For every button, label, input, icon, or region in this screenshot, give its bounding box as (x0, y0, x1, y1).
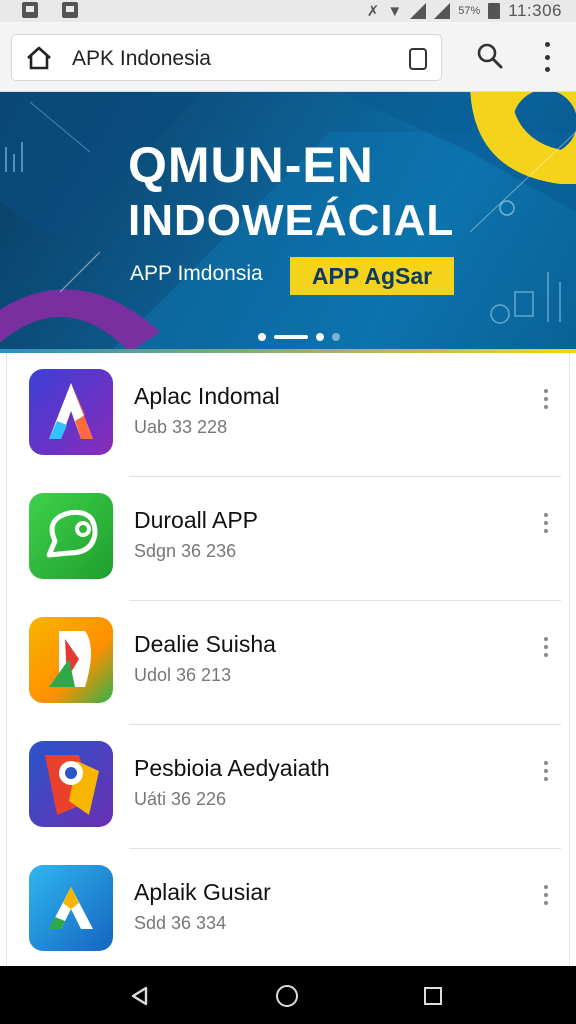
more-options-icon[interactable] (542, 513, 550, 533)
banner-cta-button[interactable]: APP AgSar (290, 257, 454, 295)
app-name: Pesbioia Aedyaiath (134, 755, 330, 781)
more-options-icon[interactable] (542, 389, 550, 409)
home-icon[interactable] (26, 46, 52, 70)
back-icon[interactable] (130, 986, 150, 1006)
more-options-icon[interactable] (542, 637, 550, 657)
no-sim-icon: ✗ (366, 3, 380, 20)
signal-secondary-icon (434, 3, 451, 19)
app-name: Dealie Suisha (134, 631, 276, 657)
carousel-dot[interactable] (332, 333, 340, 341)
map-pin-icon (29, 741, 113, 827)
app-list-item[interactable]: Aplac Indomal Uab 33 228 (7, 353, 571, 477)
play-arrow-icon (29, 617, 113, 703)
carousel-dot[interactable] (258, 333, 266, 341)
battery-percent: 57% (458, 5, 481, 17)
letter-a-icon (29, 369, 113, 455)
address-text[interactable]: APK Indonesia (72, 47, 211, 71)
tabs-icon[interactable] (409, 48, 427, 70)
app-list-item[interactable]: Duroall APP Sdgn 36 236 (7, 477, 571, 601)
wifi-icon: ▼ (387, 2, 403, 20)
triangle-a-icon (29, 865, 113, 951)
system-navigation-bar (0, 966, 576, 1024)
app-meta: Sdgn 36 236 (134, 541, 237, 561)
banner-title-line2: INDOWEÁCIAL (128, 196, 455, 245)
recent-apps-icon[interactable] (424, 987, 442, 1005)
more-options-icon[interactable] (542, 885, 550, 905)
overflow-menu-icon[interactable] (540, 42, 554, 72)
app-name: Aplac Indomal (134, 383, 280, 409)
status-bar: ✗ ▼ 57% 11:306 (0, 0, 576, 22)
carousel-indicator[interactable] (258, 333, 340, 341)
app-meta: Sdd 36 334 (134, 913, 227, 933)
search-icon[interactable] (476, 42, 504, 70)
app-meta: Uáti 36 226 (134, 789, 227, 809)
app-meta: Uab 33 228 (134, 417, 228, 437)
battery-icon (488, 3, 501, 19)
banner-subtitle: APP Imdonsia (130, 262, 263, 285)
app-list-item[interactable]: Pesbioia Aedyaiath Uáti 36 226 (7, 725, 571, 849)
banner-title-line1: QMUN-EN (128, 137, 374, 193)
address-bar[interactable]: APK Indonesia (11, 34, 442, 81)
app-name: Duroall APP (134, 507, 259, 533)
app-list-item[interactable]: Aplaik Gusiar Sdd 36 334 (7, 849, 571, 973)
app-meta: Udol 36 213 (134, 665, 232, 685)
signal-icon (410, 3, 427, 19)
chat-bubble-icon (29, 493, 113, 579)
app-list-item[interactable]: Dealie Suisha Udol 36 213 (7, 601, 571, 725)
status-time: 11:306 (508, 1, 562, 20)
notification-icons (22, 2, 78, 18)
carousel-dot-active[interactable] (274, 335, 308, 339)
carousel-dot[interactable] (316, 333, 324, 341)
home-button-icon[interactable] (276, 985, 298, 1007)
app-name: Aplaik Gusiar (134, 879, 271, 905)
browser-toolbar: APK Indonesia (0, 22, 576, 92)
notification-image-icon (22, 2, 38, 18)
notification-photo-icon (62, 2, 78, 18)
promo-banner[interactable]: QMUN-EN INDOWEÁCIAL APP Imdonsia APP AgS… (0, 92, 576, 352)
more-options-icon[interactable] (542, 761, 550, 781)
app-list: Aplac Indomal Uab 33 228 Duroall APP Sdg… (6, 353, 570, 966)
